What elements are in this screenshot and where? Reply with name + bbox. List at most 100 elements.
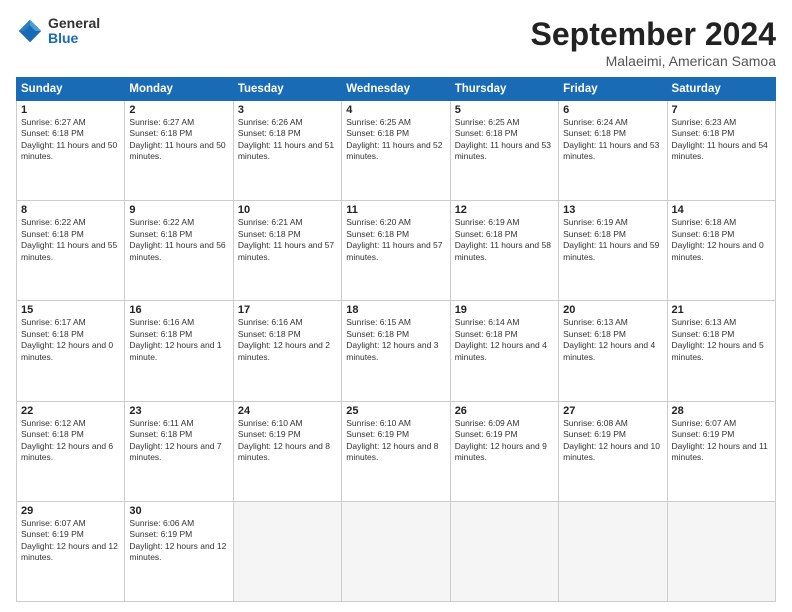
day-number: 18 [346,304,445,316]
day-number: 7 [672,104,771,116]
calendar-row: 29 Sunrise: 6:07 AM Sunset: 6:19 PM Dayl… [17,501,776,601]
day-number: 4 [346,104,445,116]
day-info: Sunrise: 6:25 AM Sunset: 6:18 PM Dayligh… [346,117,445,163]
day-info: Sunrise: 6:19 AM Sunset: 6:18 PM Dayligh… [455,217,554,263]
day-number: 21 [672,304,771,316]
day-info: Sunrise: 6:22 AM Sunset: 6:18 PM Dayligh… [21,217,120,263]
table-row: 30 Sunrise: 6:06 AM Sunset: 6:19 PM Dayl… [125,501,233,601]
day-info: Sunrise: 6:23 AM Sunset: 6:18 PM Dayligh… [672,117,771,163]
day-info: Sunrise: 6:07 AM Sunset: 6:19 PM Dayligh… [672,418,771,464]
day-number: 22 [21,405,120,417]
day-info: Sunrise: 6:09 AM Sunset: 6:19 PM Dayligh… [455,418,554,464]
table-row: 17 Sunrise: 6:16 AM Sunset: 6:18 PM Dayl… [233,301,341,401]
day-number: 3 [238,104,337,116]
logo-general: General [48,15,100,31]
calendar-page: General Blue September 2024 Malaeimi, Am… [0,0,792,612]
day-number: 29 [21,505,120,517]
table-row: 5 Sunrise: 6:25 AM Sunset: 6:18 PM Dayli… [450,101,558,201]
col-tuesday: Tuesday [233,78,341,101]
day-info: Sunrise: 6:10 AM Sunset: 6:19 PM Dayligh… [346,418,445,464]
table-row: 28 Sunrise: 6:07 AM Sunset: 6:19 PM Dayl… [667,401,775,501]
day-info: Sunrise: 6:16 AM Sunset: 6:18 PM Dayligh… [129,317,228,363]
day-number: 19 [455,304,554,316]
table-row: 29 Sunrise: 6:07 AM Sunset: 6:19 PM Dayl… [17,501,125,601]
day-number: 15 [21,304,120,316]
day-info: Sunrise: 6:15 AM Sunset: 6:18 PM Dayligh… [346,317,445,363]
day-info: Sunrise: 6:26 AM Sunset: 6:18 PM Dayligh… [238,117,337,163]
day-info: Sunrise: 6:10 AM Sunset: 6:19 PM Dayligh… [238,418,337,464]
day-number: 11 [346,204,445,216]
day-info: Sunrise: 6:19 AM Sunset: 6:18 PM Dayligh… [563,217,662,263]
col-friday: Friday [559,78,667,101]
day-number: 16 [129,304,228,316]
day-number: 28 [672,405,771,417]
day-number: 20 [563,304,662,316]
table-row: 16 Sunrise: 6:16 AM Sunset: 6:18 PM Dayl… [125,301,233,401]
day-info: Sunrise: 6:11 AM Sunset: 6:18 PM Dayligh… [129,418,228,464]
calendar-row: 15 Sunrise: 6:17 AM Sunset: 6:18 PM Dayl… [17,301,776,401]
day-number: 8 [21,204,120,216]
day-info: Sunrise: 6:22 AM Sunset: 6:18 PM Dayligh… [129,217,228,263]
table-row: 22 Sunrise: 6:12 AM Sunset: 6:18 PM Dayl… [17,401,125,501]
day-number: 14 [672,204,771,216]
col-wednesday: Wednesday [342,78,450,101]
title-block: September 2024 Malaeimi, American Samoa [531,16,776,69]
day-number: 6 [563,104,662,116]
day-number: 9 [129,204,228,216]
calendar-row: 8 Sunrise: 6:22 AM Sunset: 6:18 PM Dayli… [17,201,776,301]
day-info: Sunrise: 6:24 AM Sunset: 6:18 PM Dayligh… [563,117,662,163]
day-info: Sunrise: 6:18 AM Sunset: 6:18 PM Dayligh… [672,217,771,263]
table-row [342,501,450,601]
table-row: 2 Sunrise: 6:27 AM Sunset: 6:18 PM Dayli… [125,101,233,201]
day-info: Sunrise: 6:21 AM Sunset: 6:18 PM Dayligh… [238,217,337,263]
day-number: 1 [21,104,120,116]
table-row: 23 Sunrise: 6:11 AM Sunset: 6:18 PM Dayl… [125,401,233,501]
day-number: 10 [238,204,337,216]
day-info: Sunrise: 6:27 AM Sunset: 6:18 PM Dayligh… [21,117,120,163]
day-info: Sunrise: 6:27 AM Sunset: 6:18 PM Dayligh… [129,117,228,163]
table-row [450,501,558,601]
col-thursday: Thursday [450,78,558,101]
day-number: 13 [563,204,662,216]
table-row: 6 Sunrise: 6:24 AM Sunset: 6:18 PM Dayli… [559,101,667,201]
table-row: 20 Sunrise: 6:13 AM Sunset: 6:18 PM Dayl… [559,301,667,401]
table-row: 10 Sunrise: 6:21 AM Sunset: 6:18 PM Dayl… [233,201,341,301]
day-number: 27 [563,405,662,417]
col-saturday: Saturday [667,78,775,101]
table-row: 3 Sunrise: 6:26 AM Sunset: 6:18 PM Dayli… [233,101,341,201]
day-number: 25 [346,405,445,417]
table-row: 1 Sunrise: 6:27 AM Sunset: 6:18 PM Dayli… [17,101,125,201]
logo: General Blue [16,16,100,47]
table-row: 9 Sunrise: 6:22 AM Sunset: 6:18 PM Dayli… [125,201,233,301]
table-row: 13 Sunrise: 6:19 AM Sunset: 6:18 PM Dayl… [559,201,667,301]
day-info: Sunrise: 6:07 AM Sunset: 6:19 PM Dayligh… [21,518,120,564]
table-row: 4 Sunrise: 6:25 AM Sunset: 6:18 PM Dayli… [342,101,450,201]
table-row: 21 Sunrise: 6:13 AM Sunset: 6:18 PM Dayl… [667,301,775,401]
table-row: 11 Sunrise: 6:20 AM Sunset: 6:18 PM Dayl… [342,201,450,301]
day-info: Sunrise: 6:14 AM Sunset: 6:18 PM Dayligh… [455,317,554,363]
month-title: September 2024 [531,16,776,53]
day-info: Sunrise: 6:16 AM Sunset: 6:18 PM Dayligh… [238,317,337,363]
table-row: 14 Sunrise: 6:18 AM Sunset: 6:18 PM Dayl… [667,201,775,301]
table-row [233,501,341,601]
day-info: Sunrise: 6:06 AM Sunset: 6:19 PM Dayligh… [129,518,228,564]
table-row: 25 Sunrise: 6:10 AM Sunset: 6:19 PM Dayl… [342,401,450,501]
table-row: 26 Sunrise: 6:09 AM Sunset: 6:19 PM Dayl… [450,401,558,501]
calendar-row: 22 Sunrise: 6:12 AM Sunset: 6:18 PM Dayl… [17,401,776,501]
day-number: 30 [129,505,228,517]
col-monday: Monday [125,78,233,101]
day-number: 23 [129,405,228,417]
day-info: Sunrise: 6:17 AM Sunset: 6:18 PM Dayligh… [21,317,120,363]
day-number: 24 [238,405,337,417]
table-row [559,501,667,601]
day-info: Sunrise: 6:13 AM Sunset: 6:18 PM Dayligh… [672,317,771,363]
day-number: 17 [238,304,337,316]
calendar-table: Sunday Monday Tuesday Wednesday Thursday… [16,77,776,602]
day-number: 26 [455,405,554,417]
logo-text: General Blue [48,16,100,47]
day-number: 5 [455,104,554,116]
day-number: 12 [455,204,554,216]
header-row: Sunday Monday Tuesday Wednesday Thursday… [17,78,776,101]
table-row [667,501,775,601]
calendar-row: 1 Sunrise: 6:27 AM Sunset: 6:18 PM Dayli… [17,101,776,201]
